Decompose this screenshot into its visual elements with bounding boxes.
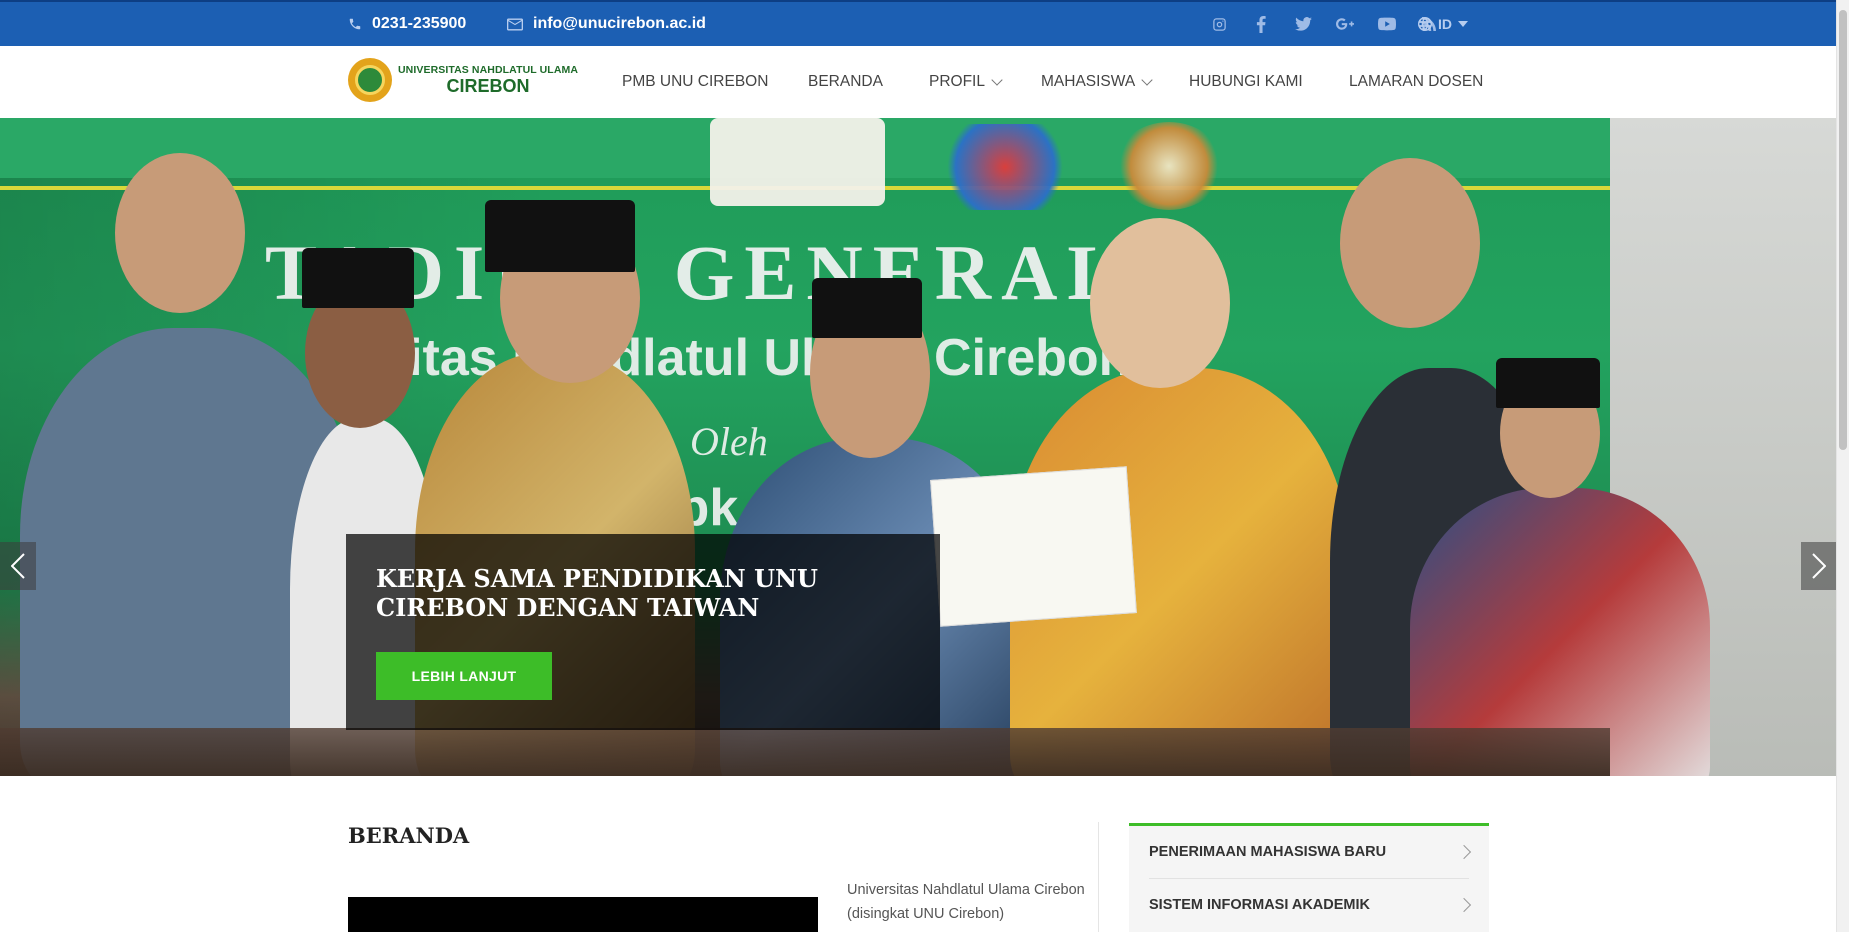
email-contact[interactable]: info@unucirebon.ac.id: [507, 15, 706, 33]
top-bar: 0231-235900 info@unucirebon.ac.id ID: [0, 0, 1837, 46]
main-navbar: UNIVERSITAS NAHDLATUL ULAMA CIREBON PMB …: [0, 46, 1837, 119]
unu-emblem: [1115, 122, 1223, 210]
chevron-right-icon: [1456, 897, 1472, 913]
phone-icon: [349, 18, 361, 30]
nav-item-beranda[interactable]: BERANDA: [808, 73, 883, 91]
page-title: BERANDA: [348, 823, 470, 848]
scrollbar-thumb[interactable]: [1839, 10, 1847, 450]
nav-label: PMB UNU CIREBON: [622, 73, 769, 90]
sidebar-link-label: SISTEM INFORMASI AKADEMIK: [1149, 897, 1370, 913]
facebook-icon[interactable]: [1252, 15, 1270, 33]
nav-label: BERANDA: [808, 73, 883, 90]
sidebar-link-label: PENERIMAAN MAHASISWA BARU: [1149, 844, 1387, 860]
table-cloth: [0, 728, 1610, 776]
slider-next-button[interactable]: [1801, 542, 1837, 590]
nav-item-mahasiswa[interactable]: MAHASISWA: [1041, 73, 1153, 91]
twitter-icon[interactable]: [1294, 15, 1312, 33]
slider-prev-button[interactable]: [0, 542, 36, 590]
slide-caption: KERJA SAMA PENDIDIKAN UNU CIREBON DENGAN…: [346, 534, 940, 730]
nav-item-profil[interactable]: PROFIL: [929, 73, 1003, 91]
chevron-down-icon: [991, 73, 1003, 86]
envelope-icon: [507, 18, 523, 30]
site-logo[interactable]: UNIVERSITAS NAHDLATUL ULAMA CIREBON: [348, 58, 578, 102]
certificate-image: [930, 466, 1137, 627]
intro-text: Universitas Nahdlatul Ulama Cirebon (dis…: [847, 882, 1085, 922]
nav-label: LAMARAN DOSEN: [1349, 73, 1484, 90]
chevron-right-icon: [1456, 844, 1472, 860]
nav-label: MAHASISWA: [1041, 73, 1136, 90]
slide-caption-title: KERJA SAMA PENDIDIKAN UNU CIREBON DENGAN…: [376, 564, 818, 622]
chevron-right-icon: [1812, 553, 1826, 579]
photo-person-cap: [1496, 358, 1600, 408]
youtube-icon[interactable]: [1378, 15, 1396, 33]
sidebar-links: PENERIMAAN MAHASISWA BARU SISTEM INFORMA…: [1129, 823, 1489, 932]
column-divider: [1098, 822, 1099, 932]
photo-person-head: [1340, 158, 1480, 328]
chevron-left-icon: [11, 553, 25, 579]
nav-label: HUBUNGI KAMI: [1189, 73, 1303, 90]
photo-person-cap: [302, 248, 414, 308]
nav-item-hubungi-kami[interactable]: HUBUNGI KAMI: [1189, 73, 1303, 91]
sidebar-link-pmb[interactable]: PENERIMAAN MAHASISWA BARU: [1149, 826, 1472, 879]
nav-label: PROFIL: [929, 73, 985, 90]
nav-item-lamaran-dosen[interactable]: LAMARAN DOSEN: [1349, 73, 1483, 91]
photo-person-cap: [812, 278, 922, 338]
sidebar-link-siakad[interactable]: SISTEM INFORMASI AKADEMIK: [1149, 879, 1472, 931]
photo-person-head: [1090, 218, 1230, 388]
email-address: info@unucirebon.ac.id: [533, 15, 706, 32]
banner-emblem: [935, 124, 1075, 210]
caret-down-icon: [1458, 21, 1468, 27]
photo-person-head: [115, 153, 245, 313]
social-links: [1210, 15, 1438, 33]
page: 0231-235900 info@unucirebon.ac.id ID UNI…: [0, 0, 1837, 932]
language-selector[interactable]: ID: [1418, 16, 1468, 32]
language-code: ID: [1438, 16, 1452, 32]
page-scrollbar[interactable]: [1836, 0, 1849, 932]
nu-emblem: [710, 118, 885, 206]
globe-icon: [1418, 17, 1432, 31]
google-plus-icon[interactable]: [1336, 15, 1354, 33]
logo-line-1: UNIVERSITAS NAHDLATUL ULAMA: [398, 64, 579, 76]
university-seal-icon: [348, 58, 392, 102]
banner-subheadline: ersitas Nahdlatul Ulama Cirebon: [330, 329, 1131, 387]
photo-person-cap: [485, 200, 635, 272]
phone-number: 0231-235900: [372, 15, 467, 32]
banner-oleh: Oleh: [690, 419, 768, 464]
logo-line-2: CIREBON: [446, 76, 530, 96]
phone-contact[interactable]: 0231-235900: [348, 15, 466, 33]
instagram-icon[interactable]: [1210, 15, 1228, 33]
nav-item-pmb[interactable]: PMB UNU CIREBON: [622, 73, 768, 91]
read-more-button[interactable]: LEBIH LANJUT: [376, 652, 552, 700]
video-player[interactable]: [348, 897, 818, 932]
chevron-down-icon: [1141, 73, 1153, 86]
